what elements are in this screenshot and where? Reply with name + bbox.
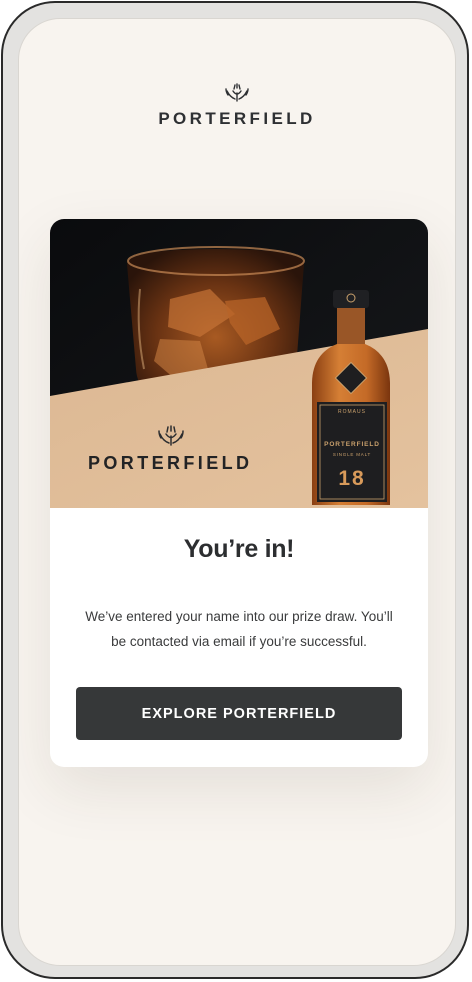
brand-wordmark: PORTERFIELD (158, 109, 316, 128)
bottle-label-name: PORTERFIELD (324, 441, 380, 448)
thistle-icon (225, 83, 249, 102)
brand-header: PORTERFIELD (19, 83, 455, 129)
confirmation-title: You’re in! (183, 535, 295, 563)
hero-image: PORTERFIELD ROMAUS PORTERFIELD SINGLE MA… (50, 219, 428, 508)
confirmation-card: PORTERFIELD ROMAUS PORTERFIELD SINGLE MA… (50, 219, 428, 767)
bottle-label-topline: ROMAUS (338, 409, 366, 415)
explore-button-label: EXPLORE PORTERFIELD (141, 705, 337, 722)
bottle-label-subline: SINGLE MALT (332, 452, 372, 457)
phone-frame: PORTERFIELD PORTERFIELD ROMAUS PORTERFIE… (1, 1, 469, 979)
hero-brand-wordmark: PORTERFIELD (88, 453, 253, 473)
bottle-label-age: 18 (338, 467, 366, 490)
phone-screen: PORTERFIELD PORTERFIELD ROMAUS PORTERFIE… (18, 18, 456, 966)
confirmation-message: We’ve entered your name into our prize d… (85, 609, 393, 649)
explore-button[interactable]: EXPLORE PORTERFIELD (76, 687, 402, 740)
